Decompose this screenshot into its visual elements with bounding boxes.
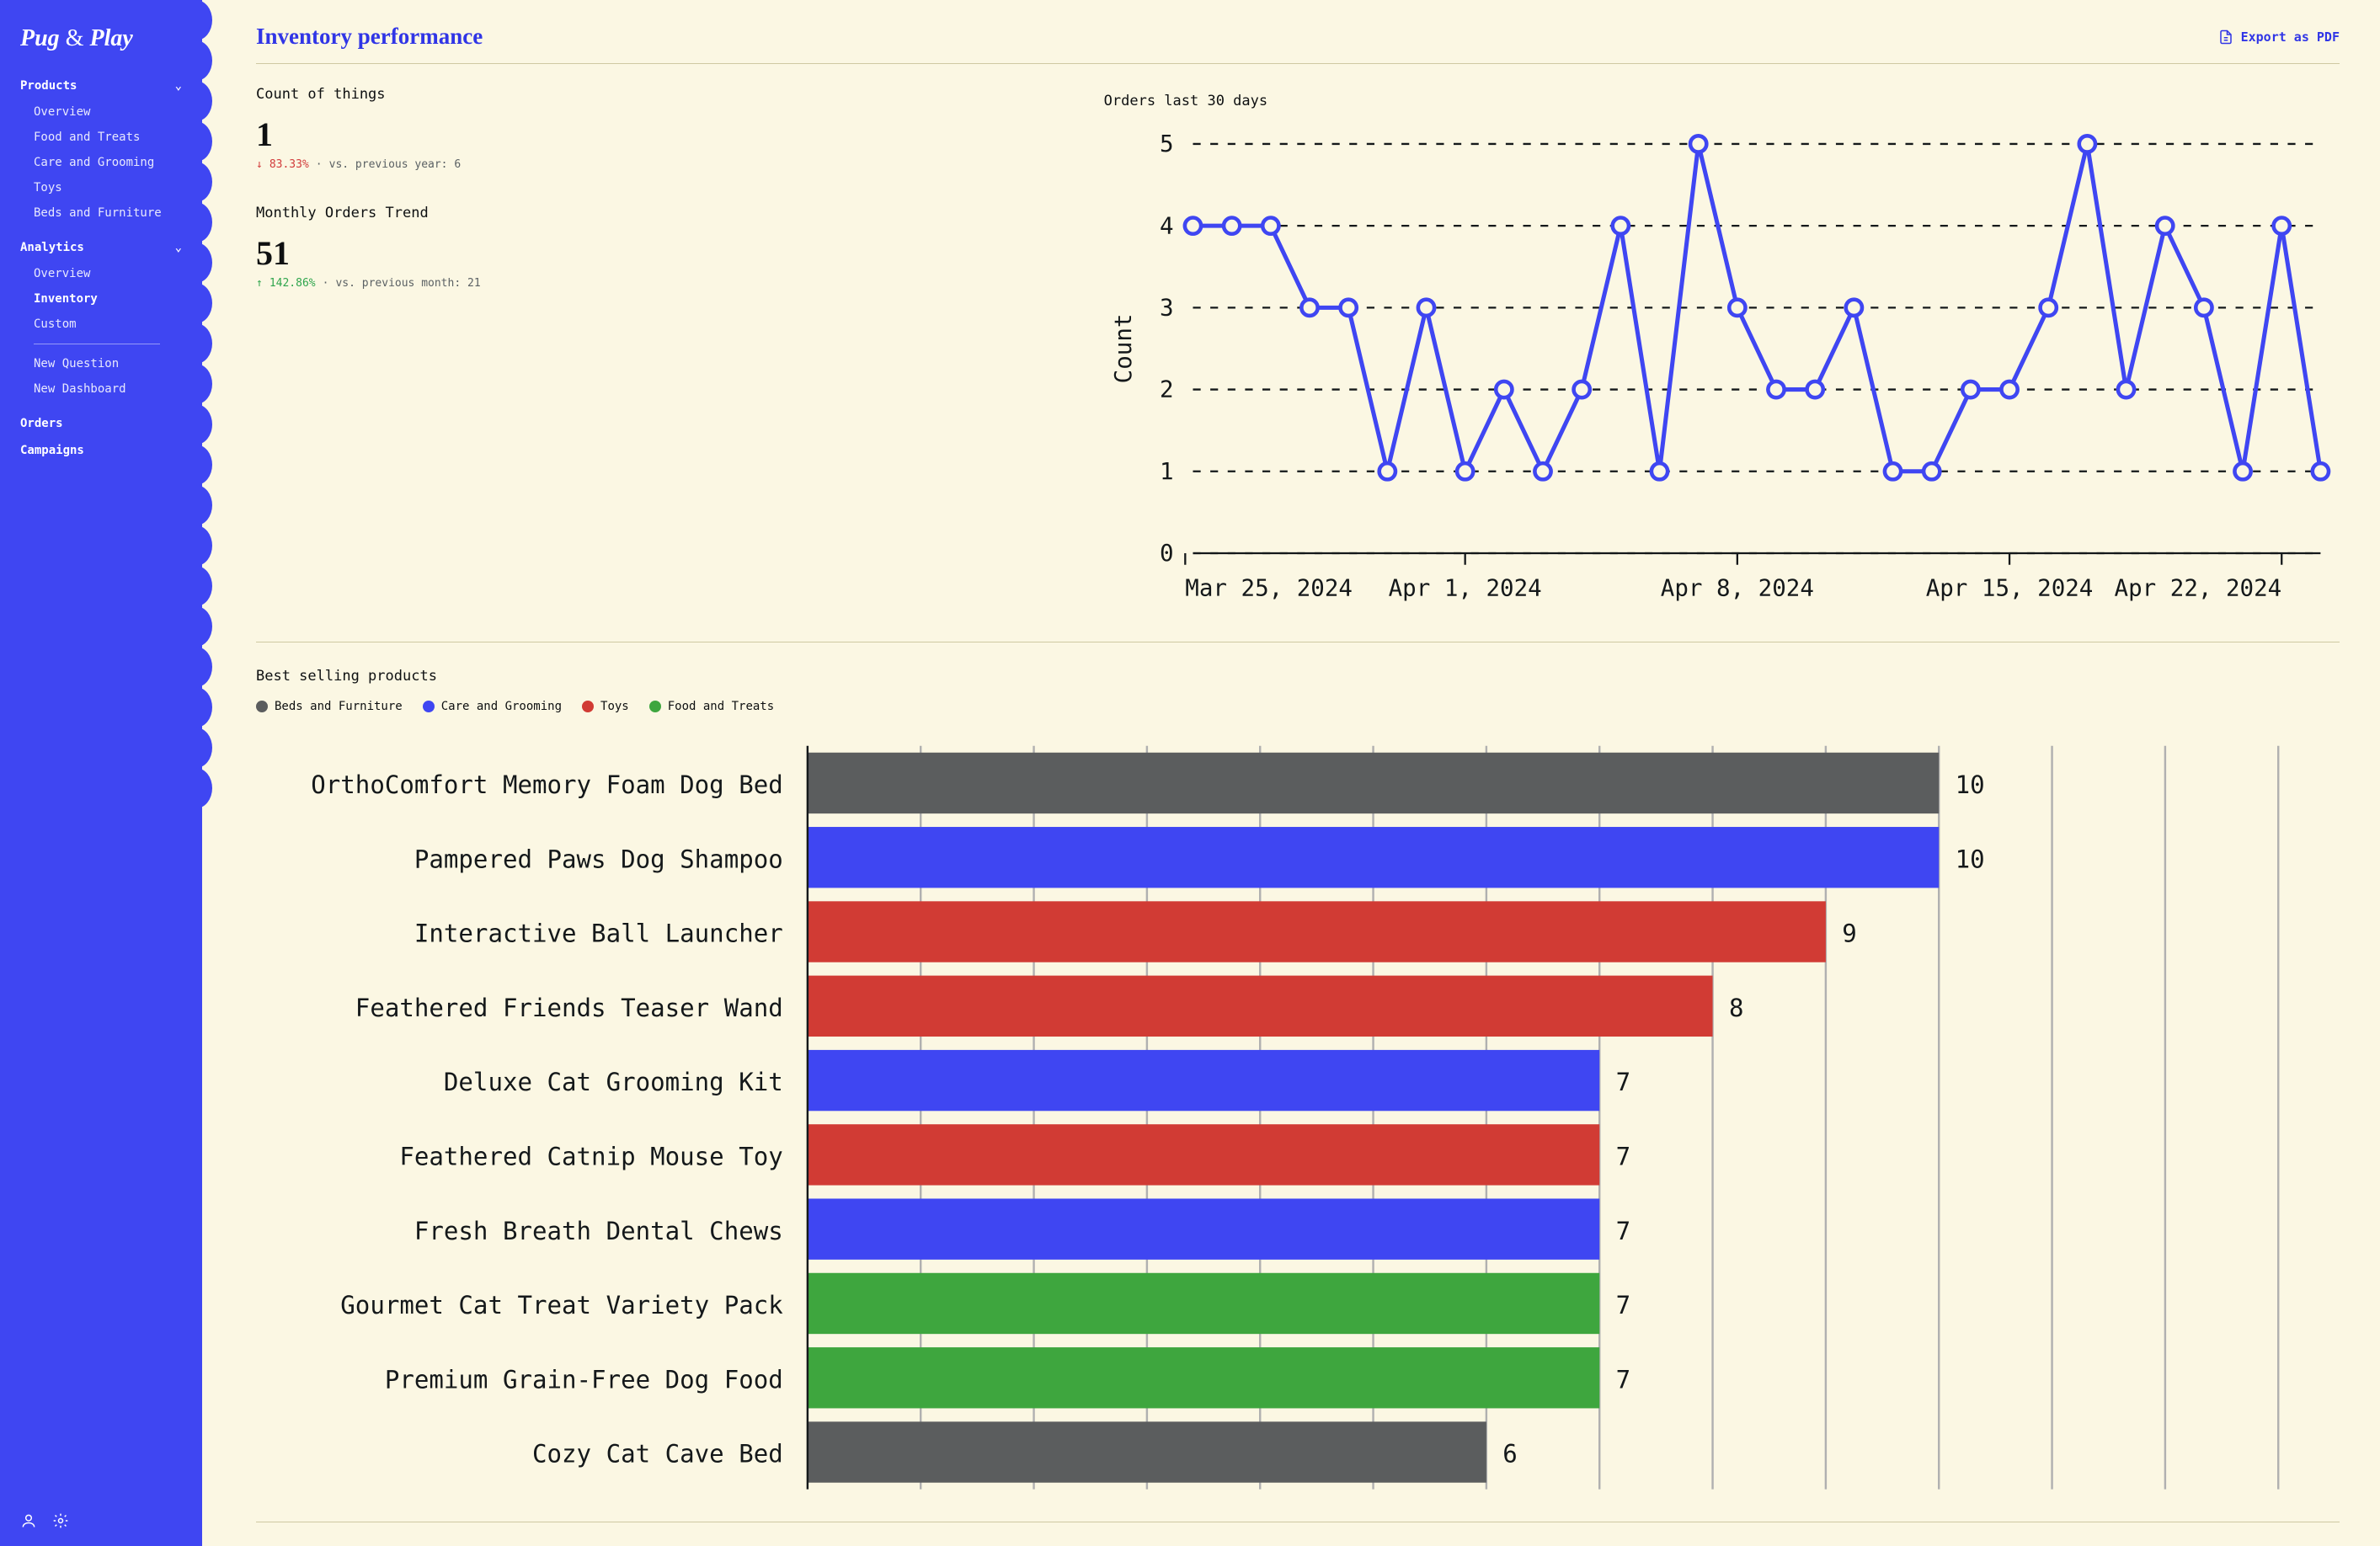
- legend-dot-care: [423, 701, 435, 712]
- sidebar-item-campaigns[interactable]: Campaigns: [13, 437, 189, 464]
- svg-text:7: 7: [1616, 1291, 1631, 1319]
- user-icon[interactable]: [20, 1512, 37, 1529]
- chevron-down-icon: ⌄: [175, 79, 182, 93]
- svg-text:8: 8: [1729, 994, 1744, 1022]
- svg-text:6: 6: [1502, 1440, 1518, 1469]
- main-content: Inventory performance Export as PDF Coun…: [202, 0, 2380, 1546]
- svg-text:Pampered Paws Dog Shampoo: Pampered Paws Dog Shampoo: [414, 845, 783, 873]
- sidebar-item-overview[interactable]: Overview: [13, 99, 189, 125]
- export-pdf-button[interactable]: Export as PDF: [2218, 29, 2340, 45]
- svg-text:Apr 15, 2024: Apr 15, 2024: [1925, 574, 2093, 601]
- legend-food: Food and Treats: [649, 700, 774, 713]
- sidebar-item-new-dashboard[interactable]: New Dashboard: [13, 376, 189, 402]
- metric-dot: ·: [323, 277, 329, 290]
- arrow-down-icon: ↓: [256, 158, 263, 171]
- sidebar-item-custom[interactable]: Custom: [13, 312, 189, 337]
- sidebar-item-label: Orders: [20, 417, 63, 430]
- gear-icon[interactable]: [52, 1512, 69, 1529]
- svg-text:7: 7: [1616, 1217, 1631, 1245]
- sidebar-group-label: Products: [20, 79, 77, 93]
- svg-text:Cozy Cat Cave Bed: Cozy Cat Cave Bed: [532, 1440, 783, 1469]
- sidebar-group-label: Analytics: [20, 241, 84, 254]
- svg-text:Feathered Catnip Mouse Toy: Feathered Catnip Mouse Toy: [399, 1143, 782, 1171]
- svg-text:Interactive Ball Launcher: Interactive Ball Launcher: [414, 920, 783, 948]
- legend-care: Care and Grooming: [423, 700, 562, 713]
- metric-orders-title: Monthly Orders Trend: [256, 201, 1054, 221]
- file-pdf-icon: [2218, 29, 2233, 45]
- legend-beds: Beds and Furniture: [256, 700, 403, 713]
- best-sellers-bar-chart: OrthoComfort Memory Foam Dog Bed 10 Pamper…: [256, 713, 2340, 1510]
- legend-dot-food: [649, 701, 661, 712]
- svg-text:7: 7: [1616, 1143, 1631, 1171]
- svg-text:1: 1: [1160, 458, 1174, 485]
- sidebar-item-orders[interactable]: Orders: [13, 410, 189, 437]
- sidebar-footer: [0, 1495, 202, 1546]
- metric-count-title: Count of things: [256, 83, 1054, 103]
- sidebar-wave-edge: [192, 0, 212, 1546]
- sidebar-item-food-and-treats[interactable]: Food and Treats: [13, 125, 189, 150]
- metric-count-value: 1: [256, 118, 1054, 152]
- best-sellers-title: Best selling products: [256, 664, 2340, 685]
- sidebar-item-toys[interactable]: Toys: [13, 175, 189, 200]
- brand-logo[interactable]: Pug & Play: [0, 0, 202, 72]
- arrow-up-icon: ↑: [256, 277, 263, 290]
- svg-text:Apr 1, 2024: Apr 1, 2024: [1388, 574, 1541, 601]
- orders-chart-title: Orders last 30 days: [1104, 89, 2340, 109]
- svg-text:5: 5: [1160, 131, 1174, 157]
- svg-text:Premium Grain-Free Dog Food: Premium Grain-Free Dog Food: [385, 1365, 783, 1394]
- sidebar-item-analytics-overview[interactable]: Overview: [13, 261, 189, 286]
- legend-toys: Toys: [582, 700, 629, 713]
- svg-text:2: 2: [1160, 376, 1174, 403]
- sidebar-group-analytics[interactable]: Analytics ⌄: [13, 234, 189, 261]
- page-title: Inventory performance: [256, 24, 483, 50]
- metric-dot: ·: [316, 158, 323, 171]
- metric-orders-compare: vs. previous month: 21: [335, 277, 480, 290]
- svg-text:OrthoComfort Memory Foam Dog B: OrthoComfort Memory Foam Dog Bed: [311, 770, 783, 799]
- svg-text:Feathered Friends Teaser Wand: Feathered Friends Teaser Wand: [355, 994, 783, 1022]
- legend-dot-toys: [582, 701, 594, 712]
- svg-text:4: 4: [1160, 212, 1174, 239]
- metric-count-compare: vs. previous year: 6: [329, 158, 462, 171]
- svg-text:Apr 8, 2024: Apr 8, 2024: [1660, 574, 1813, 601]
- svg-text:Fresh Breath Dental Chews: Fresh Breath Dental Chews: [414, 1217, 783, 1245]
- sidebar-item-new-question[interactable]: New Question: [13, 351, 189, 376]
- metric-orders-value: 51: [256, 237, 1054, 270]
- svg-text:10: 10: [1956, 770, 1985, 799]
- svg-text:Deluxe Cat Grooming Kit: Deluxe Cat Grooming Kit: [444, 1068, 783, 1096]
- svg-text:3: 3: [1160, 295, 1174, 322]
- metric-orders-delta: 142.86%: [269, 277, 316, 290]
- svg-text:10: 10: [1956, 845, 1985, 873]
- svg-text:7: 7: [1616, 1068, 1631, 1096]
- svg-text:Mar 25, 2024: Mar 25, 2024: [1185, 574, 1353, 601]
- chevron-down-icon: ⌄: [175, 241, 182, 254]
- sidebar-item-label: Campaigns: [20, 444, 84, 457]
- sidebar-group-products[interactable]: Products ⌄: [13, 72, 189, 99]
- orders-line-chart: 0 1 2 3 4 5 Count Mar 25, 2024 Apr 1, 2024 Apr 8,…: [1104, 125, 2340, 626]
- svg-text:Gourmet Cat Treat Variety Pack: Gourmet Cat Treat Variety Pack: [340, 1291, 783, 1319]
- sidebar-item-beds-and-furniture[interactable]: Beds and Furniture: [13, 200, 189, 226]
- sidebar-item-care-and-grooming[interactable]: Care and Grooming: [13, 150, 189, 175]
- svg-text:Count: Count: [1110, 314, 1137, 384]
- sidebar: Pug & Play Products ⌄ Overview Food and …: [0, 0, 202, 1546]
- svg-text:7: 7: [1616, 1365, 1631, 1394]
- sidebar-nav: Products ⌄ Overview Food and Treats Care…: [0, 72, 202, 464]
- svg-text:0: 0: [1160, 540, 1174, 567]
- svg-text:Apr 22, 2024: Apr 22, 2024: [2114, 574, 2281, 601]
- legend-dot-beds: [256, 701, 268, 712]
- export-label: Export as PDF: [2241, 29, 2340, 45]
- best-sellers-legend: Beds and Furniture Care and Grooming Toy…: [256, 700, 2340, 713]
- sidebar-item-inventory[interactable]: Inventory: [13, 286, 189, 312]
- svg-text:9: 9: [1842, 920, 1857, 948]
- metric-count-delta: 83.33%: [269, 158, 309, 171]
